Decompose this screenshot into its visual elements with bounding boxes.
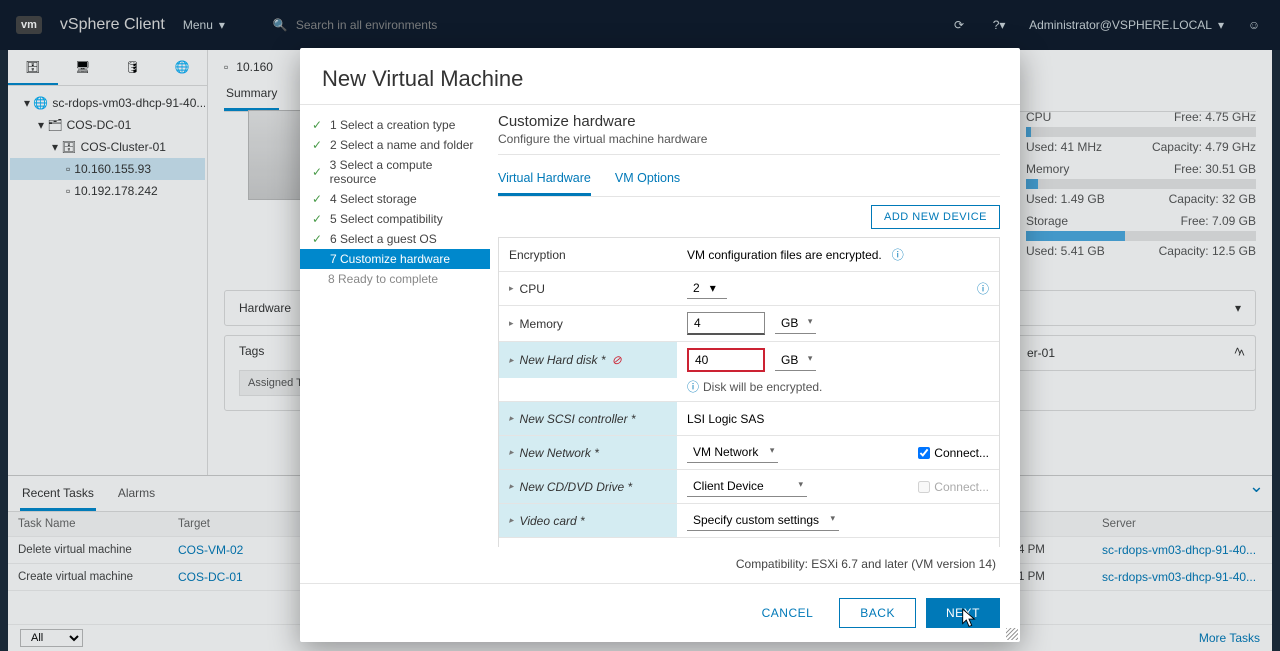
info-icon: ⓘ [687,378,699,395]
scsi-value: LSI Logic SAS [687,412,764,426]
row-hard-disk-label[interactable]: ▸New Hard disk * ⊘ [499,342,677,378]
tab-vm-options[interactable]: VM Options [615,165,680,196]
row-video-label[interactable]: ▸Video card * [499,504,677,537]
modal-footer: CANCEL BACK NEXT [300,583,1020,642]
resize-handle[interactable] [1006,628,1018,640]
modal-title: New Virtual Machine [300,48,1020,105]
row-cddvd-label[interactable]: ▸New CD/DVD Drive * [499,470,677,503]
row-cpu-label[interactable]: ▸CPU [499,272,677,305]
row-encryption-label: Encryption [499,238,677,271]
cddvd-select[interactable]: Client Device [687,476,807,497]
step-5[interactable]: ✓5 Select compatibility [300,209,490,229]
disk-encrypt-note: Disk will be encrypted. [703,380,822,394]
hardware-grid: Encryption VM configuration files are en… [498,237,1000,547]
next-button[interactable]: NEXT [926,598,1000,628]
cpu-select[interactable]: 2 ▾ [687,278,727,299]
disk-size-input[interactable] [687,348,765,372]
wizard-content: Customize hardware Configure the virtual… [490,105,1020,583]
memory-unit-select[interactable]: GB [775,313,816,334]
step-8: 8 Ready to complete [300,269,490,289]
step-2[interactable]: ✓2 Select a name and folder [300,135,490,155]
cddvd-connect-checkbox [918,481,930,493]
connect-label: Connect... [934,480,989,494]
wiz-heading: Customize hardware [498,113,1000,130]
row-vmci-label: VMCI device [499,538,677,547]
connect-label: Connect... [934,446,989,460]
encryption-text: VM configuration files are encrypted. [687,248,882,262]
info-icon[interactable]: ⓘ [892,246,904,263]
step-4[interactable]: ✓4 Select storage [300,189,490,209]
network-select[interactable]: VM Network [687,442,778,463]
back-button[interactable]: BACK [839,598,916,628]
disk-unit-select[interactable]: GB [775,350,816,371]
row-scsi-label[interactable]: ▸New SCSI controller * [499,402,677,435]
add-new-device-button[interactable]: ADD NEW DEVICE [871,205,1000,229]
row-memory-label[interactable]: ▸Memory [499,306,677,341]
wizard-steps: ✓1 Select a creation type ✓2 Select a na… [300,105,490,583]
compatibility-note: Compatibility: ESXi 6.7 and later (VM ve… [498,547,1000,571]
step-6[interactable]: ✓6 Select a guest OS [300,229,490,249]
row-network-label[interactable]: ▸New Network * [499,436,677,469]
new-vm-modal: New Virtual Machine ✓1 Select a creation… [300,48,1020,642]
step-7[interactable]: 7 Customize hardware [300,249,490,269]
step-1[interactable]: ✓1 Select a creation type [300,115,490,135]
wiz-sub: Configure the virtual machine hardware [498,132,1000,155]
memory-input[interactable] [687,312,765,335]
warn-icon: ⊘ [612,353,622,367]
video-select[interactable]: Specify custom settings [687,510,839,531]
network-connect-checkbox[interactable] [918,447,930,459]
cancel-button[interactable]: CANCEL [746,598,830,628]
info-icon[interactable]: ⓘ [977,280,989,297]
step-3[interactable]: ✓3 Select a compute resource [300,155,490,189]
tab-virtual-hardware[interactable]: Virtual Hardware [498,165,591,196]
